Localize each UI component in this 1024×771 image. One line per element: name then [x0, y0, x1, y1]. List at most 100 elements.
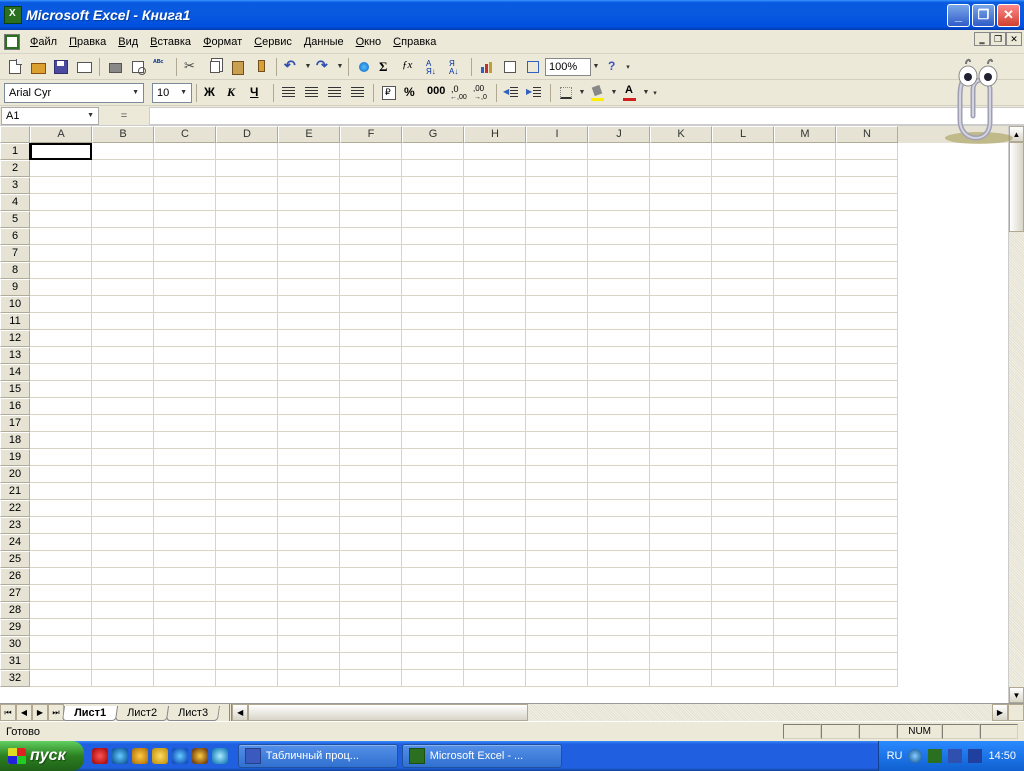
cell-I14[interactable]: [526, 364, 588, 381]
cell-L28[interactable]: [712, 602, 774, 619]
cell-L17[interactable]: [712, 415, 774, 432]
row-header-31[interactable]: 31: [0, 653, 30, 670]
cell-G11[interactable]: [402, 313, 464, 330]
cell-J29[interactable]: [588, 619, 650, 636]
cell-N11[interactable]: [836, 313, 898, 330]
cell-F6[interactable]: [340, 228, 402, 245]
cell-E10[interactable]: [278, 296, 340, 313]
cell-L14[interactable]: [712, 364, 774, 381]
row-header-27[interactable]: 27: [0, 585, 30, 602]
ql-icon[interactable]: [212, 748, 228, 764]
cell-M11[interactable]: [774, 313, 836, 330]
cell-L24[interactable]: [712, 534, 774, 551]
row-header-6[interactable]: 6: [0, 228, 30, 245]
column-header-B[interactable]: B: [92, 126, 154, 143]
cell-I8[interactable]: [526, 262, 588, 279]
formula-input[interactable]: [149, 107, 1024, 125]
cell-M29[interactable]: [774, 619, 836, 636]
cell-H30[interactable]: [464, 636, 526, 653]
cell-B32[interactable]: [92, 670, 154, 687]
cell-H22[interactable]: [464, 500, 526, 517]
cell-I17[interactable]: [526, 415, 588, 432]
cell-B9[interactable]: [92, 279, 154, 296]
cell-J8[interactable]: [588, 262, 650, 279]
cell-N9[interactable]: [836, 279, 898, 296]
tab-nav-next[interactable]: ▶: [32, 704, 48, 721]
cell-E16[interactable]: [278, 398, 340, 415]
cell-J5[interactable]: [588, 211, 650, 228]
cell-K17[interactable]: [650, 415, 712, 432]
cell-N7[interactable]: [836, 245, 898, 262]
ql-icon[interactable]: [132, 748, 148, 764]
cell-C24[interactable]: [154, 534, 216, 551]
cell-K32[interactable]: [650, 670, 712, 687]
maximize-button[interactable]: ❐: [972, 4, 995, 27]
column-header-G[interactable]: G: [402, 126, 464, 143]
cell-B19[interactable]: [92, 449, 154, 466]
cell-K23[interactable]: [650, 517, 712, 534]
sort-asc-button[interactable]: [422, 56, 444, 78]
cell-D3[interactable]: [216, 177, 278, 194]
cell-F14[interactable]: [340, 364, 402, 381]
cell-C15[interactable]: [154, 381, 216, 398]
row-header-5[interactable]: 5: [0, 211, 30, 228]
cell-K9[interactable]: [650, 279, 712, 296]
fill-color-button[interactable]: [587, 82, 609, 104]
cell-F17[interactable]: [340, 415, 402, 432]
decrease-indent-button[interactable]: [501, 82, 523, 104]
cell-N21[interactable]: [836, 483, 898, 500]
cell-G15[interactable]: [402, 381, 464, 398]
cell-E28[interactable]: [278, 602, 340, 619]
help-button[interactable]: [601, 56, 623, 78]
cell-K3[interactable]: [650, 177, 712, 194]
cell-L19[interactable]: [712, 449, 774, 466]
cell-I13[interactable]: [526, 347, 588, 364]
cell-M16[interactable]: [774, 398, 836, 415]
cell-G20[interactable]: [402, 466, 464, 483]
cell-B7[interactable]: [92, 245, 154, 262]
cell-N10[interactable]: [836, 296, 898, 313]
cell-M15[interactable]: [774, 381, 836, 398]
cell-D9[interactable]: [216, 279, 278, 296]
cell-K19[interactable]: [650, 449, 712, 466]
cell-F27[interactable]: [340, 585, 402, 602]
column-header-A[interactable]: A: [30, 126, 92, 143]
cell-H7[interactable]: [464, 245, 526, 262]
cell-I1[interactable]: [526, 143, 588, 160]
cell-N30[interactable]: [836, 636, 898, 653]
font-size-combo[interactable]: 10▼: [152, 83, 192, 103]
cell-G31[interactable]: [402, 653, 464, 670]
cell-C23[interactable]: [154, 517, 216, 534]
cell-C16[interactable]: [154, 398, 216, 415]
cell-E5[interactable]: [278, 211, 340, 228]
cell-C26[interactable]: [154, 568, 216, 585]
cell-B29[interactable]: [92, 619, 154, 636]
cell-K2[interactable]: [650, 160, 712, 177]
cell-C22[interactable]: [154, 500, 216, 517]
tab-nav-prev[interactable]: ◀: [16, 704, 32, 721]
menu-окно[interactable]: Окно: [350, 34, 388, 50]
undo-button[interactable]: [281, 56, 303, 78]
cell-F30[interactable]: [340, 636, 402, 653]
cell-L21[interactable]: [712, 483, 774, 500]
cell-G10[interactable]: [402, 296, 464, 313]
cell-K5[interactable]: [650, 211, 712, 228]
scroll-up-button[interactable]: ▲: [1009, 126, 1024, 142]
cell-L3[interactable]: [712, 177, 774, 194]
cell-L5[interactable]: [712, 211, 774, 228]
close-button[interactable]: ✕: [997, 4, 1020, 27]
tray-icon[interactable]: [928, 749, 942, 763]
cell-B23[interactable]: [92, 517, 154, 534]
cell-N20[interactable]: [836, 466, 898, 483]
increase-indent-button[interactable]: [524, 82, 546, 104]
row-header-16[interactable]: 16: [0, 398, 30, 415]
cell-A4[interactable]: [30, 194, 92, 211]
cell-B12[interactable]: [92, 330, 154, 347]
cell-E6[interactable]: [278, 228, 340, 245]
menu-данные[interactable]: Данные: [298, 34, 350, 50]
cell-L11[interactable]: [712, 313, 774, 330]
cell-K22[interactable]: [650, 500, 712, 517]
cell-K24[interactable]: [650, 534, 712, 551]
cell-C12[interactable]: [154, 330, 216, 347]
cell-G21[interactable]: [402, 483, 464, 500]
